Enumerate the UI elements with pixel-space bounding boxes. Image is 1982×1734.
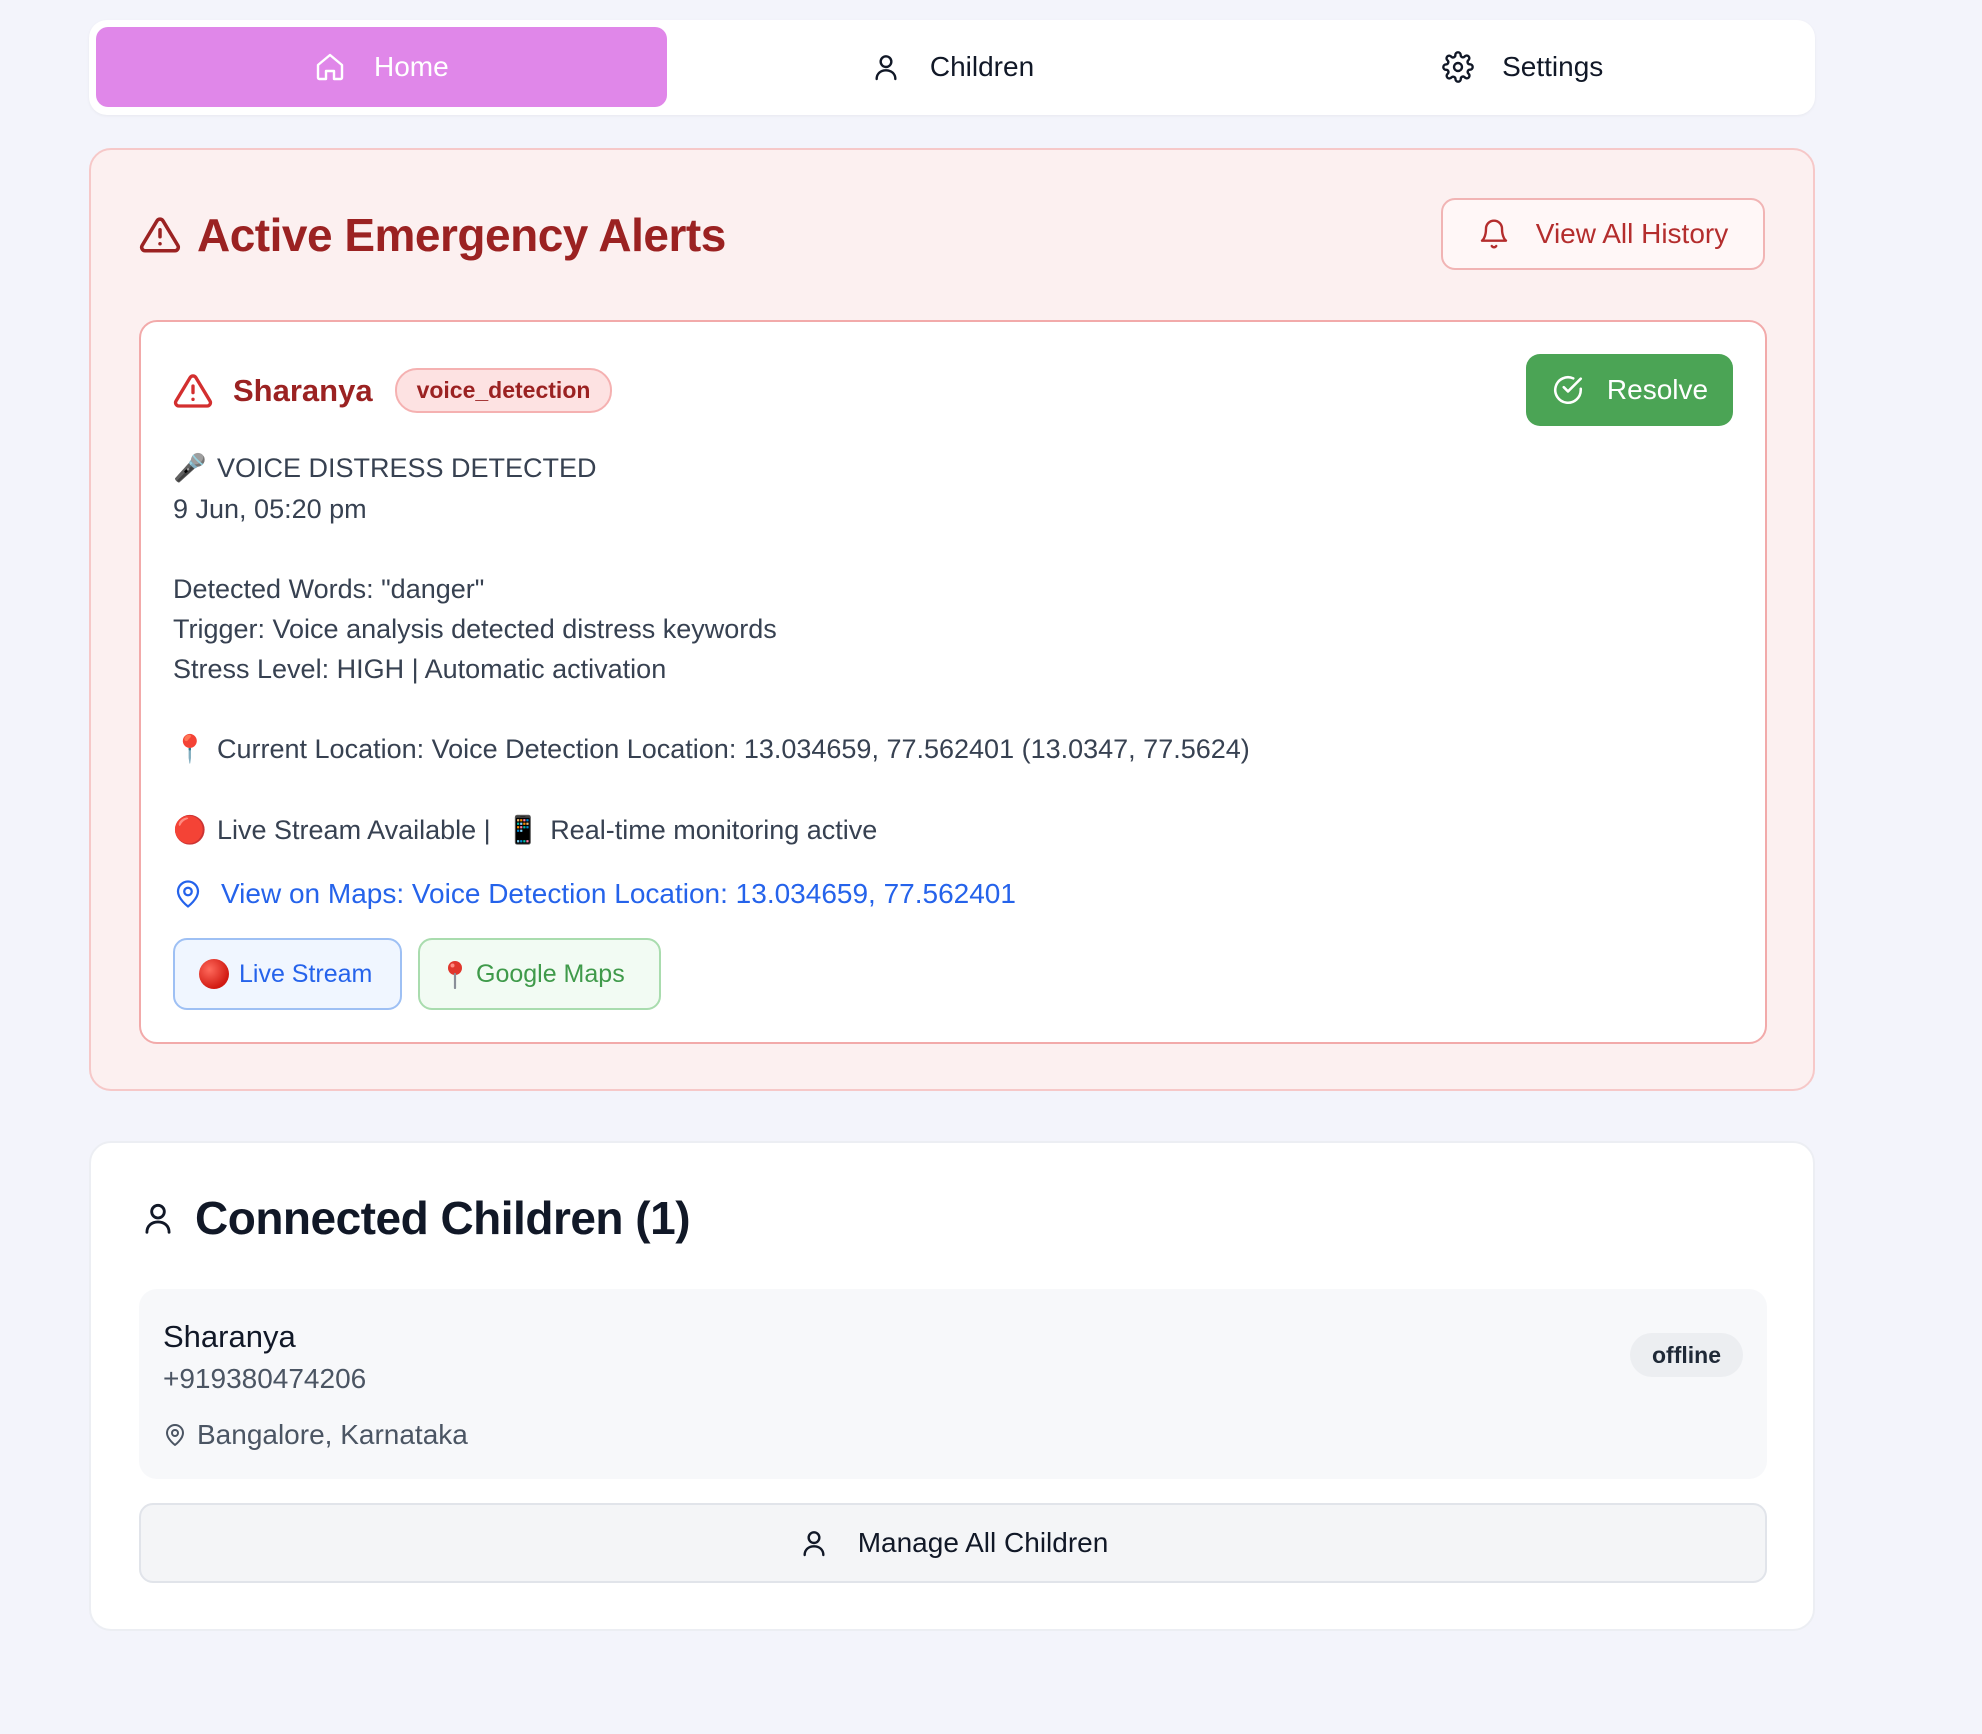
alert-child-name: Sharanya (233, 372, 373, 408)
manage-all-children-button[interactable]: Manage All Children (139, 1503, 1767, 1583)
pin-icon: 📍 (173, 734, 207, 765)
microphone-icon: 🎤 (173, 453, 207, 484)
maps-link-text: View on Maps: Voice Detection Location: … (221, 878, 1016, 909)
child-location: Bangalore, Karnataka (163, 1419, 468, 1451)
connected-children-panel: Connected Children (1) Sharanya +9193804… (89, 1141, 1815, 1631)
user-icon (139, 1199, 177, 1237)
child-name: Sharanya (163, 1319, 296, 1354)
google-maps-button[interactable]: Google Maps (418, 938, 661, 1010)
alert-card: Sharanya voice_detection Resolve 🎤 VOICE … (139, 320, 1767, 1044)
tab-label: Home (373, 51, 449, 82)
live-stream-button[interactable]: Live Stream (173, 938, 402, 1010)
pin-icon (444, 959, 466, 989)
live-stream-label: Live Stream (239, 959, 373, 988)
child-card[interactable]: Sharanya +919380474206 Bangalore, Karnat… (139, 1289, 1767, 1479)
children-title-text: Connected Children (1) (195, 1192, 691, 1244)
resolve-button[interactable]: Resolve (1526, 354, 1733, 426)
user-icon (870, 51, 902, 83)
red-circle-icon (199, 959, 229, 989)
tab-settings[interactable]: Settings (1237, 27, 1808, 107)
red-circle-icon: 🔴 (173, 815, 207, 846)
alert-actions: Live Stream Google Maps (173, 938, 661, 1010)
current-location-text: Current Location: Voice Detection Locati… (217, 734, 1250, 764)
warning-icon (139, 214, 181, 256)
alert-type-badge: voice_detection (394, 368, 613, 413)
alert-timestamp: 9 Jun, 05:20 pm (173, 494, 367, 524)
manage-label: Manage All Children (857, 1527, 1109, 1558)
warning-icon (173, 371, 213, 411)
user-icon (798, 1527, 830, 1559)
resolve-label: Resolve (1606, 374, 1709, 405)
tab-label: Children (929, 51, 1035, 82)
stream-status-line: 🔴 Live Stream Available | 📱 Real-time moni… (173, 810, 1733, 851)
tab-home[interactable]: Home (96, 27, 667, 107)
children-heading: Connected Children (1) (139, 1191, 691, 1245)
trigger-text: Trigger: Voice analysis detected distres… (173, 614, 777, 644)
alert-header: Sharanya voice_detection (173, 368, 613, 413)
bell-icon (1478, 218, 1510, 250)
status-badge: offline (1630, 1333, 1743, 1377)
check-circle-icon (1551, 373, 1585, 407)
alert-heading-line: 🎤 VOICE DISTRESS DETECTED (173, 448, 1733, 489)
child-phone: +919380474206 (163, 1363, 367, 1394)
history-label: View All History (1535, 218, 1729, 249)
tab-label: Settings (1502, 51, 1604, 82)
stress-level: Stress Level: HIGH | Automatic activatio… (173, 654, 667, 684)
current-location-line: 📍 Current Location: Voice Detection Locat… (173, 729, 1733, 770)
google-maps-label: Google Maps (476, 959, 625, 988)
alert-details: 🎤 VOICE DISTRESS DETECTED 9 Jun, 05:20 pm… (173, 448, 1733, 851)
mobile-phone-icon: 📱 (506, 815, 540, 846)
monitoring-text: Real-time monitoring active (550, 815, 878, 845)
home-icon (314, 51, 346, 83)
alert-heading-text: VOICE DISTRESS DETECTED (217, 453, 597, 483)
map-pin-icon (163, 1423, 187, 1447)
detected-words: Detected Words: "danger" (173, 574, 485, 604)
emergency-alerts-panel: Active Emergency Alerts View All History… (89, 148, 1815, 1091)
main-nav: Home Children Settings (89, 20, 1815, 115)
alerts-heading: Active Emergency Alerts (139, 208, 726, 262)
view-on-maps-link[interactable]: View on Maps: Voice Detection Location: … (173, 878, 1016, 910)
tab-children[interactable]: Children (667, 27, 1238, 107)
map-pin-icon (173, 879, 203, 909)
stream-status-text: Live Stream Available | (217, 815, 491, 845)
gear-icon (1442, 51, 1474, 83)
child-location-text: Bangalore, Karnataka (197, 1419, 468, 1450)
alerts-title-text: Active Emergency Alerts (197, 209, 726, 261)
view-all-history-button[interactable]: View All History (1441, 198, 1765, 270)
